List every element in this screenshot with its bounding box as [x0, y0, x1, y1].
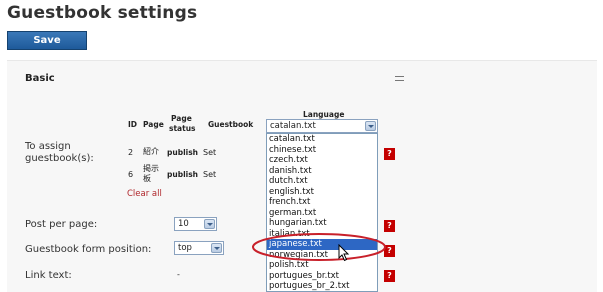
collapse-icon[interactable]: [395, 76, 404, 81]
assign-label-line2: guestbook(s):: [25, 153, 94, 164]
row-set-link[interactable]: Set: [203, 170, 216, 179]
column-header-language: Language: [303, 110, 345, 119]
language-option[interactable]: chinese.txt: [267, 145, 377, 156]
page-title: Guestbook settings: [7, 3, 198, 23]
help-icon[interactable]: ?: [384, 270, 395, 282]
post-per-page-value: 10: [178, 219, 189, 229]
language-option[interactable]: portugues_br.txt: [267, 271, 377, 282]
language-option[interactable]: french.txt: [267, 197, 377, 208]
row-status: publish: [167, 148, 199, 157]
form-position-select[interactable]: top: [174, 241, 224, 255]
link-text-value: -: [177, 270, 180, 279]
section-title-basic: Basic: [25, 73, 55, 84]
language-option[interactable]: hungarian.txt: [267, 218, 377, 229]
annotation-oval: [252, 233, 386, 261]
column-header-guestbook: Guestbook: [208, 120, 254, 129]
language-option[interactable]: catalan.txt: [267, 134, 377, 145]
language-option[interactable]: dutch.txt: [267, 176, 377, 187]
row-page-line2: 板: [143, 174, 151, 183]
help-icon[interactable]: ?: [384, 148, 395, 160]
column-header-page: Page: [143, 120, 164, 129]
language-select[interactable]: catalan.txt: [266, 119, 378, 133]
language-dropdown-list[interactable]: catalan.txt chinese.txt czech.txt danish…: [266, 133, 378, 292]
assign-label-line1: To assign: [25, 141, 71, 152]
language-option[interactable]: danish.txt: [267, 166, 377, 177]
row-id: 6: [128, 170, 134, 179]
save-button[interactable]: Save: [7, 31, 87, 50]
chevron-down-icon[interactable]: [365, 121, 376, 131]
row-set-link[interactable]: Set: [203, 148, 216, 157]
language-option[interactable]: czech.txt: [267, 155, 377, 166]
clear-all-link[interactable]: Clear all: [127, 189, 162, 199]
form-position-value: top: [178, 243, 192, 253]
link-text-label: Link text:: [25, 270, 72, 281]
language-option[interactable]: english.txt: [267, 187, 377, 198]
chevron-down-icon[interactable]: [204, 219, 215, 229]
chevron-down-icon[interactable]: [211, 243, 222, 253]
column-header-status-line2: status: [169, 124, 196, 133]
language-option[interactable]: portugues_br_2.txt: [267, 281, 377, 291]
row-id: 2: [128, 148, 134, 157]
language-select-value: catalan.txt: [270, 121, 316, 131]
language-option[interactable]: german.txt: [267, 208, 377, 219]
form-position-label: Guestbook form position:: [25, 244, 152, 255]
row-page: 紹介: [143, 147, 159, 156]
column-header-status-line1: Page: [171, 114, 192, 123]
post-per-page-select[interactable]: 10: [174, 217, 217, 231]
column-header-id: ID: [128, 120, 138, 129]
mouse-cursor-icon: [338, 244, 350, 262]
post-per-page-label: Post per page:: [25, 219, 98, 230]
row-status: publish: [167, 170, 199, 179]
